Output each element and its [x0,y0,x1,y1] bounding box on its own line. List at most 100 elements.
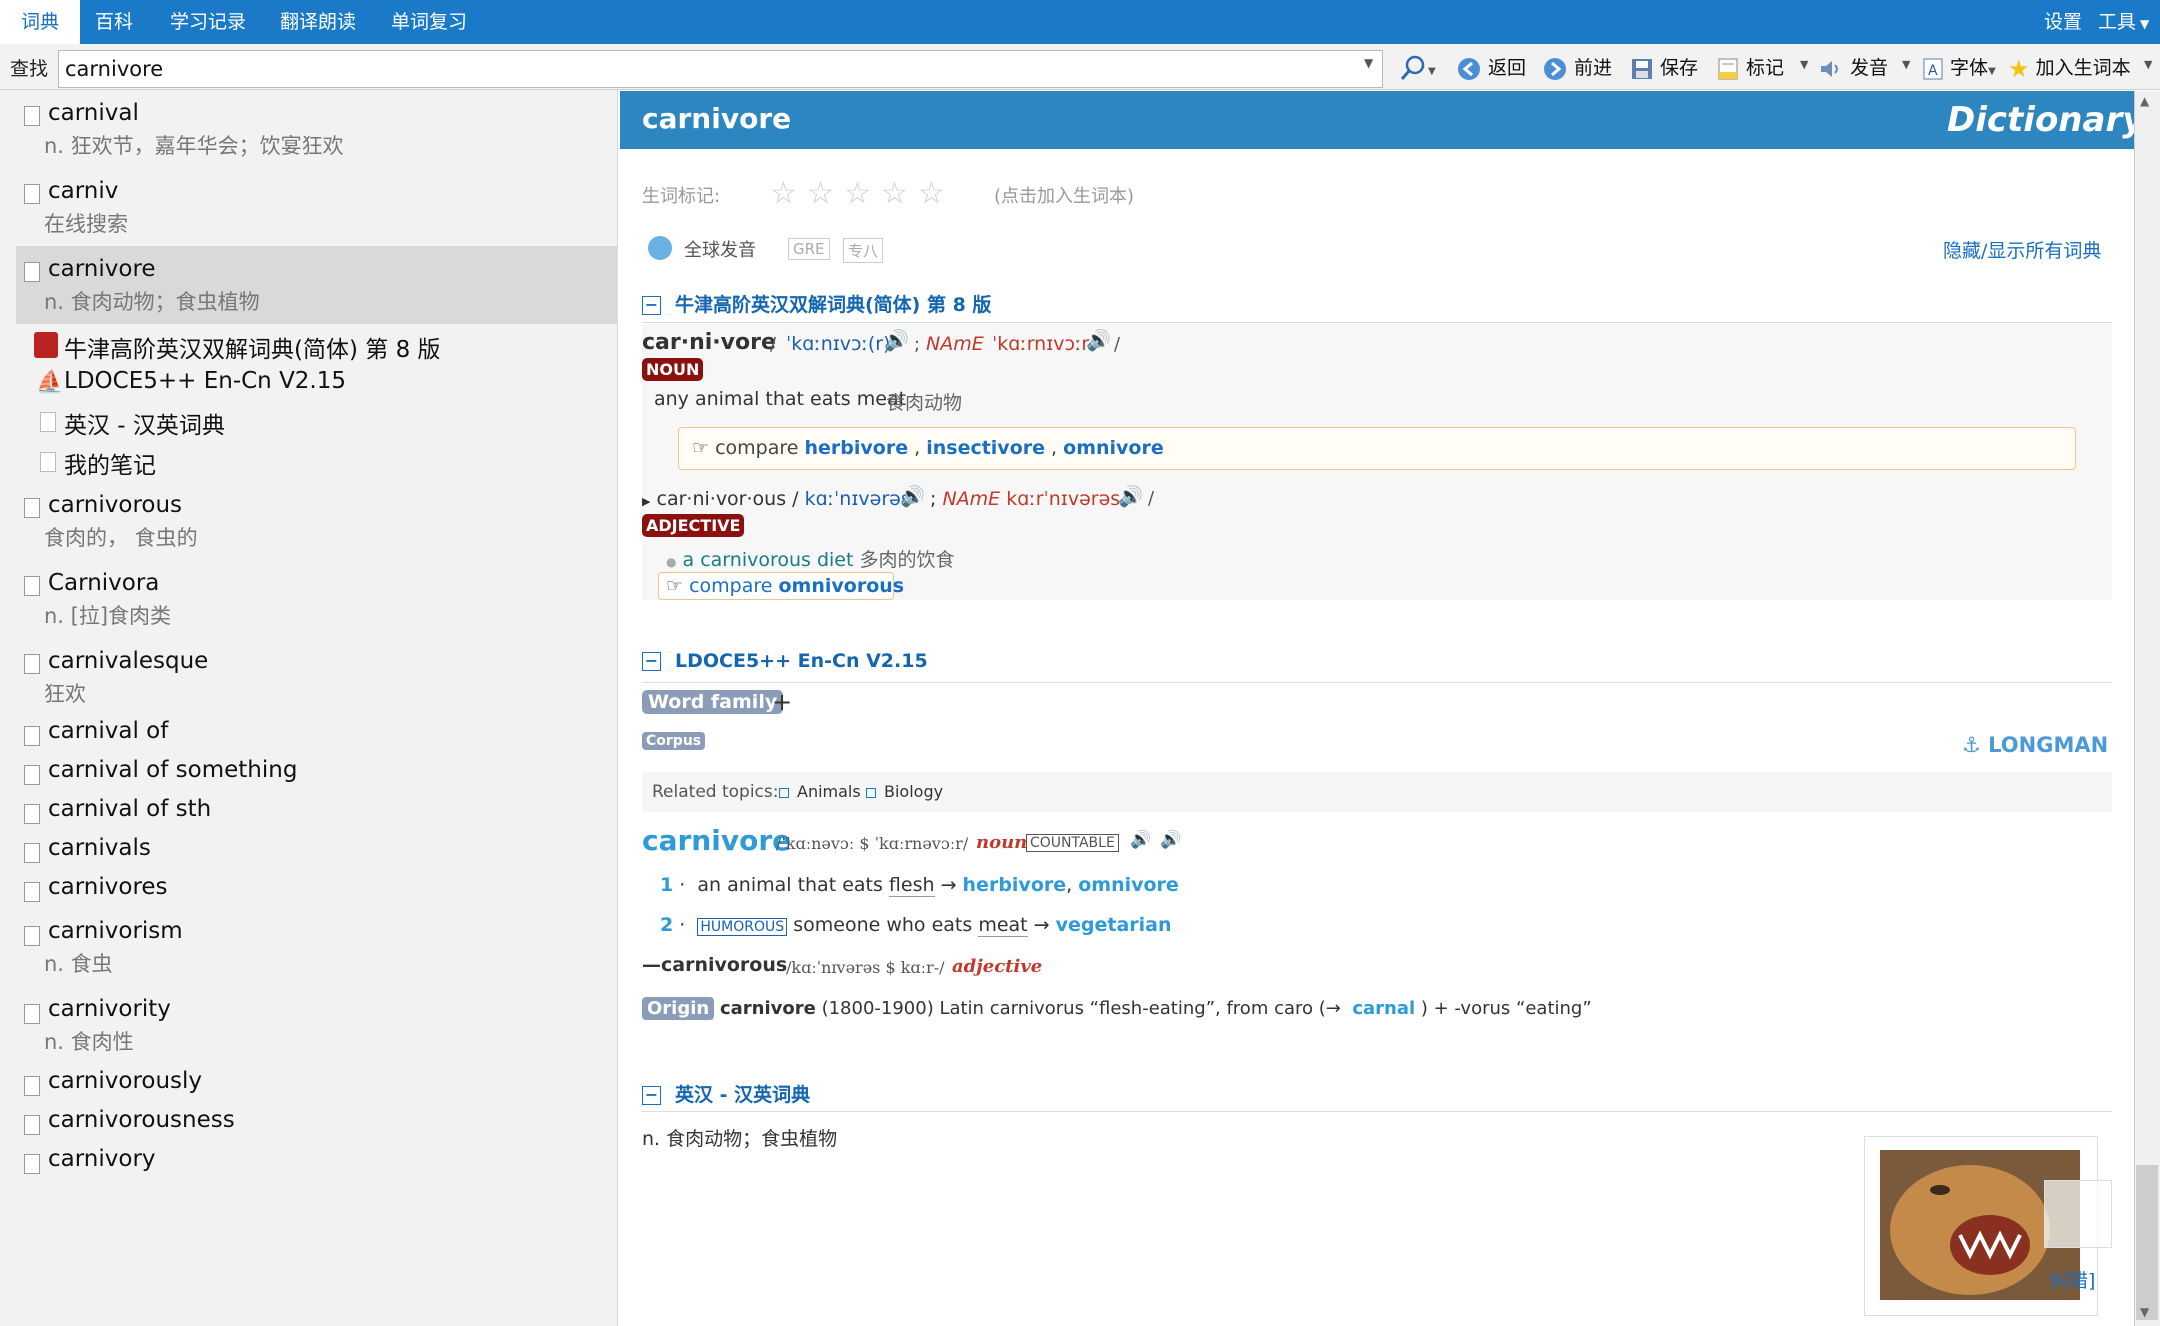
scroll-up-arrow-icon[interactable]: ▲ [2140,94,2149,108]
speaker-br-icon[interactable]: 🔊 [1130,830,1151,850]
save-button[interactable]: 保存 [1630,50,1698,86]
speak-dropdown-icon[interactable]: ▼ [1902,58,1910,71]
report-error-link[interactable]: 纠错] [2050,1266,2095,1293]
dict-item-oxford[interactable]: 牛津高阶英汉双解词典(简体) 第 8 版 [0,328,618,364]
expand-plus-icon[interactable]: + [772,688,792,716]
list-item[interactable]: carnivorism n. 食虫 [0,918,618,984]
tab-review[interactable]: 单词复习 [389,0,469,44]
star-icon[interactable]: ☆ [807,176,834,211]
xref-link[interactable]: vegetarian [1056,914,1172,936]
tab-history[interactable]: 学习记录 [168,0,248,44]
origin-link[interactable]: carnal [1352,998,1415,1019]
corpus-button[interactable]: Corpus [642,732,706,750]
list-item-word: carnivorousness [48,1107,235,1133]
tab-dictionary[interactable]: 词典 [0,0,80,44]
compare-link[interactable]: insectivore [926,437,1045,459]
origin-line: Origin carnivore (1800-1900) Latin carni… [642,997,1592,1020]
list-item[interactable]: carnival of sth [0,796,618,832]
compare-line-2: ☞ compare omnivorous [666,575,905,597]
font-button[interactable]: A 字体▼ [1922,50,1996,86]
tools-menu[interactable]: 工具 ▼ [2098,0,2149,44]
collapse-icon[interactable]: − [642,1086,661,1105]
list-item[interactable]: carnivory [0,1146,618,1182]
topic-link[interactable]: Biology [884,782,943,801]
star-icon[interactable]: ☆ [918,176,945,211]
compare-link[interactable]: omnivorous [779,575,905,597]
list-item[interactable]: Carnivora n. [拉]食肉类 [0,566,618,632]
speaker-am-icon[interactable]: 🔊 [1118,484,1143,508]
add-vocab-dropdown-icon[interactable]: ▼ [2144,58,2152,71]
ec-section-header[interactable]: − 英汉 - 汉英词典 [642,1080,810,1107]
dict-item-ec[interactable]: 英汉 - 汉英词典 [0,404,618,440]
list-item-def: n. 食虫 [44,952,113,976]
list-item-def: 在线搜索 [44,212,128,236]
list-item[interactable]: carnivalesque 狂欢 [0,644,618,710]
longman-ship-icon: ⛵ [36,370,64,395]
divider [642,322,2112,323]
star-icon[interactable]: ☆ [844,176,871,211]
list-item-def: n. 食肉性 [44,1030,134,1054]
dict-item-label: 英汉 - 汉英词典 [64,413,225,439]
compare-link[interactable]: omnivore [1063,437,1164,459]
oxford-br-pron: ˈkɑːnɪvɔː(r) [786,333,891,355]
dict-item-ldoce[interactable]: ⛵ LDOCE5++ En-Cn V2.15 [0,366,618,402]
topic-link[interactable]: Animals [797,782,861,801]
vocab-hint[interactable]: (点击加入生词本) [994,182,1134,208]
list-item[interactable]: carnival of something [0,757,618,793]
tab-encyclopedia[interactable]: 百科 [94,0,134,44]
oxford-section-header[interactable]: − 牛津高阶英汉双解词典(简体) 第 8 版 [642,290,991,317]
speaker-am-icon[interactable]: 🔊 [1086,328,1111,352]
speaker-br-icon[interactable]: 🔊 [900,484,925,508]
speaker-am-icon[interactable]: 🔊 [1160,830,1181,850]
compare-link[interactable]: herbivore [805,437,909,459]
list-item[interactable]: carniv 在线搜索 [0,174,618,240]
derivative-am-pron: kɑːrˈnɪvərəs [1006,488,1121,510]
collapse-icon[interactable]: − [642,652,661,671]
word-family-button[interactable]: Word family [642,690,784,714]
list-item-word: carnivorism [48,918,183,944]
ldoce-section-header[interactable]: − LDOCE5++ En-Cn V2.15 [642,650,928,672]
document-icon [24,1115,40,1135]
xref-link[interactable]: omnivore [1078,874,1179,896]
list-item[interactable]: carnivorous 食肉的， 食虫的 [0,488,618,554]
scrollbar-thumb[interactable] [2136,1165,2158,1320]
oxford-am-pron: ˈkɑːrnɪvɔːr [992,333,1090,355]
search-input[interactable]: carnivore [58,50,1383,88]
settings-button[interactable]: 设置 [2044,0,2082,44]
add-vocab-button[interactable]: ★ 加入生词本 [2008,50,2131,86]
toggle-all-dicts-link[interactable]: 隐藏/显示所有词典 [1943,236,2101,263]
scroll-down-arrow-icon[interactable]: ▼ [2140,1305,2149,1319]
list-item-def: n. 食肉动物；食虫植物 [44,290,260,314]
list-item-word: carnival of sth [48,796,212,822]
forward-button[interactable]: 前进 [1542,50,1612,86]
mark-dropdown-icon[interactable]: ▼ [1800,58,1808,71]
mark-button[interactable]: 标记 [1716,50,1784,86]
scrollbar[interactable] [2134,91,2160,1326]
sense-keyword[interactable]: meat [978,914,1028,937]
speaker-br-icon[interactable]: 🔊 [884,328,909,352]
search-dropdown-icon[interactable]: ▼ [1364,56,1373,70]
list-item-selected[interactable]: carnivore n. 食肉动物；食虫植物 [16,246,618,324]
document-icon [24,654,40,674]
list-item[interactable]: carnivorously [0,1068,618,1104]
search-button[interactable]: ▼ [1398,50,1436,86]
dict-item-notes[interactable]: 我的笔记 [0,444,618,480]
list-item[interactable]: carnivores [0,874,618,910]
list-item[interactable]: carnivorousness [0,1107,618,1143]
xref-link[interactable]: herbivore [963,874,1067,896]
globe-icon[interactable] [648,236,672,260]
oxford-def-en: any animal that eats meat [654,388,907,410]
sense-keyword[interactable]: flesh [888,874,935,897]
back-button[interactable]: 返回 [1456,50,1526,86]
ldoce-grammar: COUNTABLE [1026,834,1119,852]
collapse-icon[interactable]: − [642,296,661,315]
star-icon[interactable]: ☆ [881,176,908,211]
star-icon[interactable]: ☆ [770,176,797,211]
tab-translate[interactable]: 翻译朗读 [278,0,358,44]
speak-button[interactable]: 发音 [1818,50,1888,86]
list-item[interactable]: carnivority n. 食肉性 [0,996,618,1062]
list-item[interactable]: carnivals [0,835,618,871]
list-item[interactable]: carnival n. 狂欢节，嘉年华会；饮宴狂欢 [0,96,618,162]
list-item[interactable]: carnival of [0,718,618,754]
global-pron-label[interactable]: 全球发音 [684,236,756,262]
